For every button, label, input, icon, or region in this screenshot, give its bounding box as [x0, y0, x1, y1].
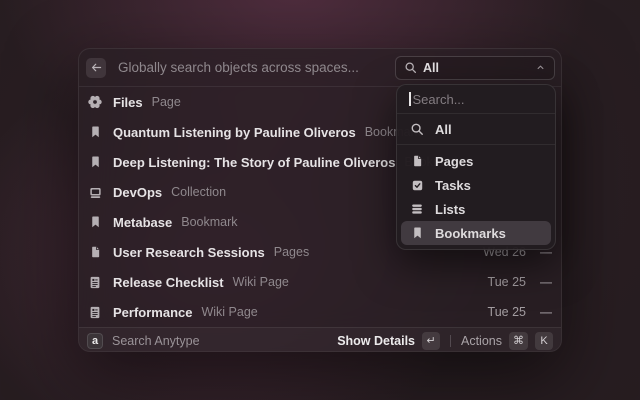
option-label: Pages: [435, 154, 473, 169]
result-title: Release Checklist: [113, 275, 224, 290]
page-icon: [409, 154, 425, 168]
dropdown-option-tasks[interactable]: Tasks: [401, 173, 551, 197]
bookmark-icon: [409, 226, 425, 240]
wiki-page-icon: [87, 275, 103, 290]
collection-icon: [87, 185, 103, 200]
dropdown-option-bookmarks[interactable]: Bookmarks: [401, 221, 551, 245]
actions-label: Actions: [461, 334, 502, 348]
chevron-up-icon: [535, 62, 546, 73]
result-type: Collection: [171, 185, 226, 199]
page-icon: [87, 245, 103, 259]
result-empty-value: —: [540, 305, 551, 319]
bookmark-icon: [87, 125, 103, 139]
dropdown-option-pages[interactable]: Pages: [401, 149, 551, 173]
cmd-key-icon: ⌘: [509, 332, 528, 350]
dropdown-search-input[interactable]: Search...: [397, 85, 555, 114]
result-empty-value: —: [540, 275, 551, 289]
result-title: Performance: [113, 305, 192, 320]
magnifier-icon: [409, 122, 425, 136]
type-filter-dropdown: Search... All Pages Tasks Lists: [396, 84, 556, 250]
result-type: Bookmark: [181, 215, 237, 229]
type-filter-select[interactable]: All: [395, 56, 555, 80]
anytype-logo-icon: a: [87, 333, 103, 349]
footer-divider: [450, 335, 451, 347]
option-label: Tasks: [435, 178, 471, 193]
result-row-release-checklist[interactable]: Release Checklist Wiki Page Tue 25 —: [79, 267, 561, 297]
flower-icon: [87, 94, 103, 110]
result-title: User Research Sessions: [113, 245, 265, 260]
option-label: Bookmarks: [435, 226, 506, 241]
back-button[interactable]: [86, 58, 106, 78]
result-title: DevOps: [113, 185, 162, 200]
result-row-performance[interactable]: Performance Wiki Page Tue 25 —: [79, 297, 561, 327]
search-bar: Globally search objects across spaces...…: [79, 49, 561, 87]
show-details-label: Show Details: [337, 334, 415, 348]
task-icon: [409, 179, 425, 192]
result-type: Wiki Page: [233, 275, 289, 289]
result-type: Page: [152, 95, 181, 109]
arrow-left-icon: [90, 61, 103, 74]
result-date: Tue 25: [488, 305, 526, 319]
enter-key-icon: ↵: [422, 332, 440, 350]
dropdown-search-placeholder: Search...: [413, 92, 465, 107]
show-details-action[interactable]: Show Details ↵: [337, 332, 440, 350]
k-key-icon: K: [535, 332, 553, 350]
result-title: Deep Listening: The Story of Pauline Oli…: [113, 155, 395, 170]
option-label: All: [435, 122, 452, 137]
text-caret: [409, 92, 411, 106]
global-search-input[interactable]: Globally search objects across spaces...: [118, 60, 395, 75]
dropdown-type-group: Pages Tasks Lists Bookmarks: [397, 145, 555, 249]
app-label: Search Anytype: [112, 334, 337, 348]
magnifier-icon: [404, 61, 417, 74]
result-title: Files: [113, 95, 143, 110]
result-type: Wiki Page: [201, 305, 257, 319]
result-date: Tue 25: [488, 275, 526, 289]
bookmark-icon: [87, 155, 103, 169]
wiki-page-icon: [87, 305, 103, 320]
type-filter-value: All: [423, 61, 535, 75]
result-type: Pages: [274, 245, 309, 259]
bookmark-icon: [87, 215, 103, 229]
option-label: Lists: [435, 202, 465, 217]
result-title: Metabase: [113, 215, 172, 230]
dropdown-option-all[interactable]: All: [397, 114, 555, 144]
actions-action[interactable]: Actions ⌘ K: [461, 332, 553, 350]
result-title: Quantum Listening by Pauline Oliveros: [113, 125, 356, 140]
dropdown-option-lists[interactable]: Lists: [401, 197, 551, 221]
layers-icon: [409, 202, 425, 216]
footer-bar: a Search Anytype Show Details ↵ Actions …: [79, 327, 561, 352]
